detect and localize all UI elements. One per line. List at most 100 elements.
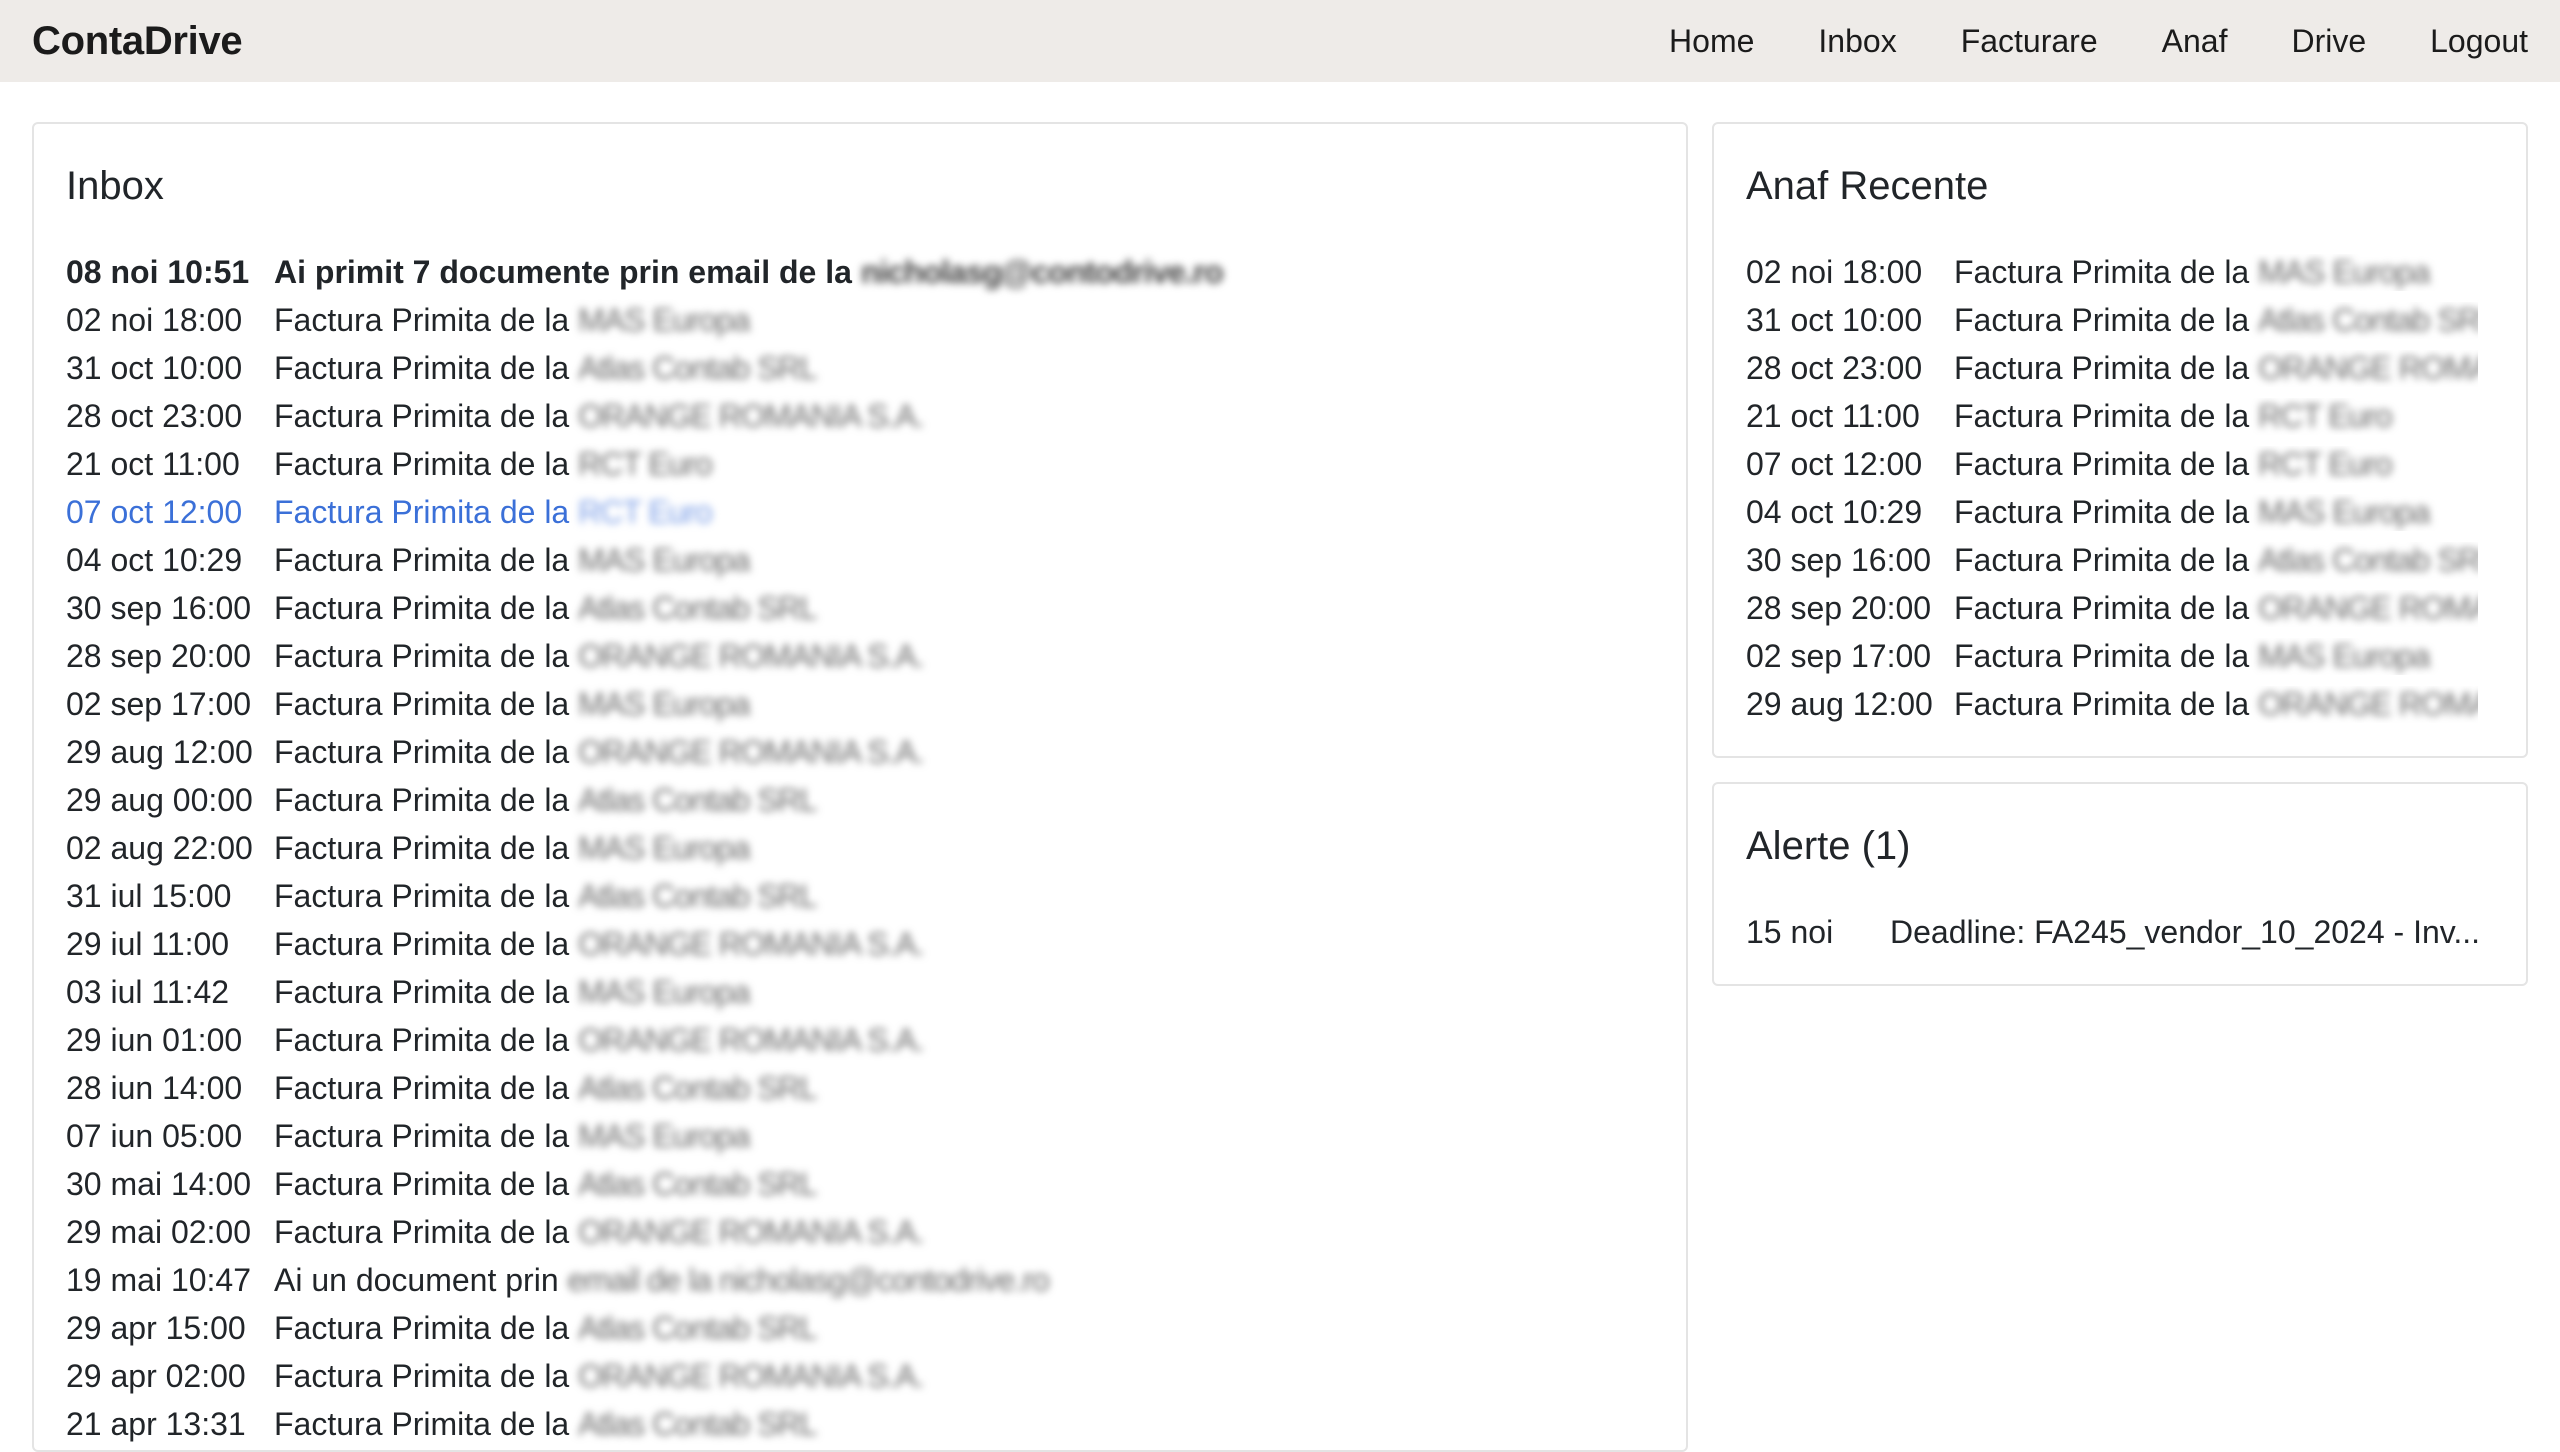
- anaf-list: 02 noi 18:00 Factura Primita de la MAS Eu…: [1746, 248, 2478, 728]
- inbox-row-text: Ai un document prin: [274, 1261, 568, 1298]
- inbox-row-date: 29 apr 02:00: [66, 1357, 246, 1394]
- inbox-row[interactable]: 31 oct 10:00 Factura Primita de la Atlas …: [66, 344, 1223, 392]
- anaf-row-date: 02 noi 18:00: [1746, 253, 1923, 290]
- inbox-row-text: Factura Primita de la: [274, 925, 579, 962]
- anaf-row[interactable]: 28 sep 20:00 Factura Primita de la ORANGE…: [1746, 584, 2478, 632]
- inbox-row[interactable]: 29 mai 02:00 Factura Primita de la ORANGE…: [66, 1208, 1223, 1256]
- alert-date: 15 noi: [1746, 913, 1834, 950]
- inbox-row-text: Factura Primita de la: [274, 445, 579, 482]
- inbox-row-text: Factura Primita de la: [274, 973, 579, 1010]
- inbox-row[interactable]: 21 oct 11:00 Factura Primita de la RCT Eu…: [66, 440, 1223, 488]
- inbox-row-message: Factura Primita de la MAS Europa: [274, 541, 751, 579]
- inbox-row-redacted-sender: Atlas Contab SRL: [578, 349, 817, 386]
- inbox-row-message: Factura Primita de la Atlas Contab SRL: [274, 590, 817, 627]
- inbox-row[interactable]: 28 oct 23:00 Factura Primita de la ORANGE…: [66, 392, 1223, 440]
- inbox-row[interactable]: 30 mai 14:00 Factura Primita de la Atlas …: [66, 1160, 1223, 1208]
- inbox-row[interactable]: 29 apr 15:00 Factura Primita de la Atlas …: [66, 1304, 1223, 1352]
- inbox-row-message: Factura Primita de la Atlas Contab SRL: [274, 1069, 817, 1107]
- nav-anaf[interactable]: Anaf: [2162, 23, 2228, 60]
- alerte-title: Alerte (1): [1746, 824, 1911, 868]
- inbox-row-message: Factura Primita de la Atlas Contab SRL: [274, 349, 817, 387]
- anaf-row[interactable]: 31 oct 10:00 Factura Primita de la Atlas …: [1746, 296, 2478, 344]
- brand-logo[interactable]: ContaDrive: [32, 19, 243, 64]
- inbox-row-redacted-sender: RCT Euro: [578, 493, 713, 530]
- inbox-row-text: Factura Primita de la: [274, 1069, 579, 1106]
- inbox-row[interactable]: 02 aug 22:00 Factura Primita de la MAS Eu…: [66, 824, 1223, 872]
- nav-inbox[interactable]: Inbox: [1818, 23, 1896, 60]
- anaf-row[interactable]: 28 oct 23:00 Factura Primita de la ORANGE…: [1746, 344, 2478, 392]
- inbox-row[interactable]: 28 iun 14:00 Factura Primita de la Atlas …: [66, 1064, 1223, 1112]
- inbox-title: Inbox: [66, 164, 164, 208]
- anaf-row-date: 29 aug 12:00: [1746, 685, 1933, 722]
- inbox-row[interactable]: 31 iul 15:00 Factura Primita de la Atlas …: [66, 872, 1223, 920]
- anaf-row[interactable]: 29 aug 12:00 Factura Primita de la ORANGE…: [1746, 680, 2478, 728]
- inbox-row-text: Factura Primita de la: [274, 541, 579, 578]
- inbox-row[interactable]: 29 apr 02:00 Factura Primita de la ORANGE…: [66, 1352, 1223, 1400]
- inbox-row[interactable]: 02 sep 17:00 Factura Primita de la MAS Eu…: [66, 680, 1223, 728]
- inbox-row[interactable]: 07 iun 05:00 Factura Primita de la MAS Eu…: [66, 1112, 1223, 1160]
- inbox-row-message: Factura Primita de la ORANGE ROMANIA S.A…: [274, 398, 925, 435]
- inbox-row-text: Factura Primita de la: [274, 829, 579, 866]
- inbox-row-text: Factura Primita de la: [274, 1213, 579, 1250]
- inbox-row[interactable]: 29 aug 00:00 Factura Primita de la Atlas …: [66, 776, 1223, 824]
- inbox-row-date: 29 mai 02:00: [66, 1213, 252, 1250]
- anaf-row[interactable]: 04 oct 10:29 Factura Primita de la MAS Eu…: [1746, 488, 2478, 536]
- alert-text: Deadline: FA245_vendor_10_2024 - Inv...: [1890, 913, 2481, 950]
- anaf-row-redacted-sender: MAS Europa: [2258, 637, 2430, 674]
- anaf-row-message: Factura Primita de la ORANGE ROMANIA S.A…: [1954, 350, 2478, 387]
- anaf-row-redacted-sender: RCT Euro: [2258, 397, 2393, 434]
- inbox-row[interactable]: 30 sep 16:00 Factura Primita de la Atlas …: [66, 584, 1223, 632]
- inbox-row[interactable]: 29 iun 01:00 Factura Primita de la ORANGE…: [66, 1016, 1223, 1064]
- inbox-row[interactable]: 07 oct 12:00 Factura Primita de la RCT Eu…: [66, 488, 1223, 536]
- inbox-row-message: Factura Primita de la ORANGE ROMANIA S.A…: [274, 1357, 925, 1395]
- inbox-row-message: Factura Primita de la Atlas Contab SRL: [274, 782, 817, 819]
- anaf-row[interactable]: 21 oct 11:00 Factura Primita de la RCT Eu…: [1746, 392, 2478, 440]
- inbox-row-message: Factura Primita de la ORANGE ROMANIA S.A…: [274, 1022, 925, 1059]
- inbox-row[interactable]: 04 oct 10:29 Factura Primita de la MAS Eu…: [66, 536, 1223, 584]
- inbox-row[interactable]: 02 noi 18:00 Factura Primita de la MAS Eu…: [66, 296, 1223, 344]
- inbox-row[interactable]: 29 aug 12:00 Factura Primita de la ORANGE…: [66, 728, 1223, 776]
- anaf-row[interactable]: 02 noi 18:00 Factura Primita de la MAS Eu…: [1746, 248, 2478, 296]
- anaf-row[interactable]: 07 oct 12:00 Factura Primita de la RCT Eu…: [1746, 440, 2478, 488]
- inbox-row-date: 03 iul 11:42: [66, 973, 230, 1010]
- anaf-row-redacted-sender: RCT Euro: [2258, 445, 2393, 482]
- inbox-row-text: Factura Primita de la: [274, 733, 579, 770]
- nav-drive[interactable]: Drive: [2291, 23, 2366, 60]
- inbox-row-message: Factura Primita de la MAS Europa: [274, 685, 751, 723]
- anaf-row[interactable]: 02 sep 17:00 Factura Primita de la MAS Eu…: [1746, 632, 2478, 680]
- inbox-row-message: Factura Primita de la Atlas Contab SRL: [274, 1166, 817, 1203]
- inbox-row[interactable]: 03 iul 11:42 Factura Primita de la MAS Eu…: [66, 968, 1223, 1016]
- inbox-row-date: 21 apr 13:31: [66, 1405, 246, 1442]
- nav-logout[interactable]: Logout: [2430, 23, 2528, 60]
- alert-row[interactable]: 15 noi Deadline: FA245_vendor_10_2024 - I…: [1746, 908, 2480, 956]
- anaf-row-text: Factura Primita de la: [1954, 493, 2259, 530]
- inbox-list: 08 noi 10:51 Ai primit 7 documente prin e…: [66, 248, 1224, 1448]
- inbox-row-redacted-sender: ORANGE ROMANIA S.A.: [578, 1213, 925, 1250]
- inbox-row-redacted-sender: ORANGE ROMANIA S.A.: [578, 1357, 925, 1394]
- nav-facturare[interactable]: Facturare: [1961, 23, 2098, 60]
- inbox-row-date: 19 mai 10:47: [66, 1261, 252, 1298]
- inbox-row-date: 29 iul 11:00: [66, 925, 230, 962]
- inbox-row-redacted-sender: MAS Europa: [578, 973, 750, 1010]
- alerte-card: Alerte (1) 15 noi Deadline: FA245_vendor_…: [1712, 782, 2528, 986]
- inbox-row-redacted-sender: MAS Europa: [578, 829, 750, 866]
- inbox-row[interactable]: 29 iul 11:00 Factura Primita de la ORANGE…: [66, 920, 1223, 968]
- anaf-row-date: 30 sep 16:00: [1746, 541, 1932, 578]
- inbox-row[interactable]: 19 mai 10:47 Ai un document prin email de…: [66, 1256, 1223, 1304]
- inbox-row-redacted-sender: MAS Europa: [578, 685, 750, 722]
- inbox-row-redacted-sender: nicholasg@contodrive.ro: [860, 253, 1224, 290]
- inbox-row-message: Factura Primita de la RCT Euro: [274, 445, 713, 483]
- inbox-row-redacted-sender: MAS Europa: [578, 1117, 750, 1154]
- anaf-row[interactable]: 30 sep 16:00 Factura Primita de la Atlas …: [1746, 536, 2478, 584]
- inbox-row-text: Ai primit 7 documente prin email de la: [274, 253, 861, 290]
- inbox-row-redacted-sender: Atlas Contab SRL: [578, 1405, 817, 1442]
- nav-home[interactable]: Home: [1669, 23, 1754, 60]
- inbox-row-text: Factura Primita de la: [274, 349, 579, 386]
- inbox-row-date: 29 iun 01:00: [66, 1021, 243, 1058]
- inbox-row[interactable]: 08 noi 10:51 Ai primit 7 documente prin e…: [66, 248, 1224, 296]
- anaf-row-date: 28 oct 23:00: [1746, 349, 1923, 386]
- inbox-row[interactable]: 28 sep 20:00 Factura Primita de la ORANGE…: [66, 632, 1223, 680]
- anaf-row-message: Factura Primita de la ORANGE ROMANIA S.A…: [1954, 590, 2478, 627]
- anaf-row-redacted-sender: Atlas Contab SRL: [2258, 301, 2478, 338]
- inbox-row[interactable]: 21 apr 13:31 Factura Primita de la Atlas …: [66, 1400, 1223, 1448]
